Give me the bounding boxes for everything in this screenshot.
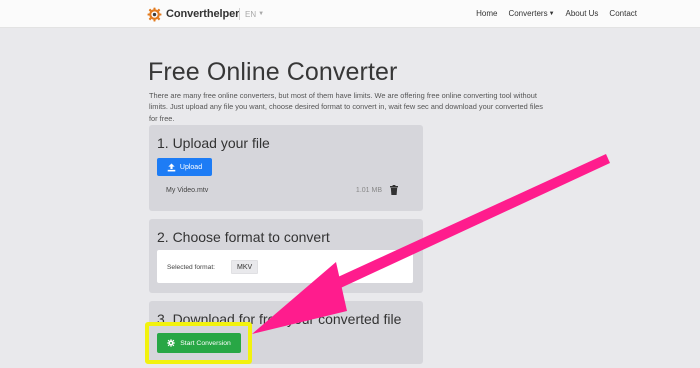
page-title: Free Online Converter xyxy=(148,58,398,86)
trash-icon[interactable] xyxy=(390,185,398,195)
converthelper-logo-icon xyxy=(147,7,162,21)
brand-name: Converthelper xyxy=(166,8,240,20)
format-step-title: 2. Choose format to convert xyxy=(157,229,330,245)
format-panel: Selected format: MKV xyxy=(157,250,413,283)
intro-text: There are many free online converters, b… xyxy=(149,91,543,123)
start-conversion-label: Start Conversion xyxy=(180,339,231,347)
upload-button-label: Upload xyxy=(179,163,203,171)
upload-icon xyxy=(167,162,176,171)
selected-format-label: Selected format: xyxy=(167,264,216,271)
nav-home[interactable]: Home xyxy=(476,9,497,18)
brand[interactable]: Converthelper xyxy=(147,6,239,22)
format-step-card: 2. Choose format to convert Selected for… xyxy=(149,219,423,293)
language-label: EN xyxy=(245,9,257,19)
chevron-down-icon: ▼ xyxy=(258,11,265,17)
format-selector[interactable]: MKV xyxy=(231,260,259,274)
gear-icon xyxy=(167,339,175,347)
top-navbar: Converthelper EN ▼ Home Converters ▼ Abo… xyxy=(0,0,700,28)
upload-button[interactable]: Upload xyxy=(157,158,212,176)
nav-about-us[interactable]: About Us xyxy=(566,9,599,18)
start-conversion-button[interactable]: Start Conversion xyxy=(157,333,241,353)
chevron-down-icon: ▼ xyxy=(548,10,555,17)
file-size: 1.01 MB xyxy=(355,187,382,194)
nav-links: Home Converters ▼ About Us Contact xyxy=(476,9,637,18)
language-selector[interactable]: EN ▼ xyxy=(245,10,264,19)
file-row: My Video.mtv 1.01 MB xyxy=(166,185,398,197)
upload-step-title: 1. Upload your file xyxy=(157,135,270,151)
nav-converters-label: Converters xyxy=(508,9,548,18)
nav-contact[interactable]: Contact xyxy=(609,9,637,18)
upload-step-card: 1. Upload your file Upload My Video.mtv … xyxy=(149,125,423,211)
file-name: My Video.mtv xyxy=(166,187,209,194)
nav-converters[interactable]: Converters ▼ xyxy=(508,9,554,18)
language-separator xyxy=(239,8,240,20)
